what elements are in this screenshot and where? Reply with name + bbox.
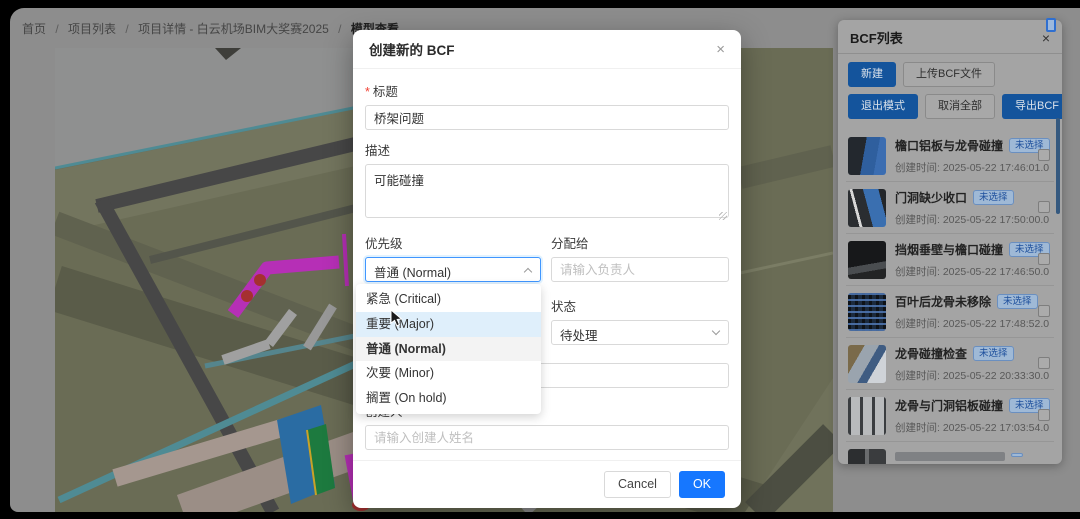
extension-overlay-icon[interactable] bbox=[1046, 18, 1056, 32]
bcf-item[interactable]: 门洞缺少收口 未选择 创建时间: 2025-05-22 17:50:00.0 bbox=[838, 182, 1062, 233]
bcf-thumbnail bbox=[848, 397, 886, 435]
cancel-button[interactable]: Cancel bbox=[604, 471, 671, 498]
breadcrumb-separator: / bbox=[338, 22, 341, 36]
bcf-panel-title: BCF列表 bbox=[850, 28, 903, 47]
bcf-item-checkbox[interactable] bbox=[1038, 201, 1050, 213]
bcf-item-checkbox[interactable] bbox=[1038, 253, 1050, 265]
bcf-item[interactable]: 百叶后龙骨未移除 未选择 创建时间: 2025-05-22 17:48:52.0 bbox=[838, 286, 1062, 337]
bcf-item-checkbox[interactable] bbox=[1038, 409, 1050, 421]
bcf-thumbnail bbox=[848, 137, 886, 175]
exit-mode-button[interactable]: 退出模式 bbox=[848, 94, 918, 119]
bcf-list-panel: BCF列表 × 新建 上传BCF文件 退出模式 取消全部 导出BCF bbox=[838, 20, 1062, 464]
creator-input[interactable] bbox=[365, 425, 729, 450]
bcf-toolbar: 新建 上传BCF文件 退出模式 取消全部 导出BCF bbox=[838, 54, 1062, 130]
export-bcf-button[interactable]: 导出BCF bbox=[1002, 94, 1062, 119]
bcf-item-title: 檐口铝板与龙骨碰撞 bbox=[895, 137, 1003, 154]
priority-option-major[interactable]: 重要 (Major) bbox=[356, 312, 541, 337]
description-field-label: 描述 bbox=[365, 140, 729, 159]
bcf-thumbnail bbox=[848, 189, 886, 227]
bcf-list: 檐口铝板与龙骨碰撞 未选择 创建时间: 2025-05-22 17:46:01.… bbox=[838, 130, 1062, 464]
status-select[interactable]: 待处理 bbox=[551, 320, 729, 345]
priority-option-onhold[interactable]: 搁置 (On hold) bbox=[356, 386, 541, 411]
bcf-thumbnail bbox=[848, 449, 886, 464]
title-input[interactable] bbox=[365, 105, 729, 130]
modal-title: 创建新的 BCF bbox=[369, 39, 455, 59]
bcf-panel-close-icon[interactable]: × bbox=[1042, 31, 1050, 45]
cancel-all-button[interactable]: 取消全部 bbox=[925, 94, 995, 119]
bcf-item-partial[interactable] bbox=[838, 442, 1062, 464]
ok-button[interactable]: OK bbox=[679, 471, 725, 498]
breadcrumb-project-detail[interactable]: 项目详情 - 白云机场BIM大奖赛2025 bbox=[138, 22, 329, 36]
breadcrumb-home[interactable]: 首页 bbox=[22, 22, 46, 36]
chevron-down-icon bbox=[712, 327, 720, 335]
upload-bcf-button[interactable]: 上传BCF文件 bbox=[903, 62, 995, 87]
bcf-item-title: 挡烟垂壁与檐口碰撞 bbox=[895, 241, 1003, 258]
bcf-item-time: 创建时间: 2025-05-22 20:33:30.0 bbox=[895, 368, 1034, 383]
bcf-item-checkbox[interactable] bbox=[1038, 149, 1050, 161]
breadcrumb-project-list[interactable]: 项目列表 bbox=[68, 22, 116, 36]
bcf-item[interactable]: 龙骨与门洞铝板碰撞 未选择 创建时间: 2025-05-22 17:03:54.… bbox=[838, 390, 1062, 441]
assignee-field-label: 分配给 bbox=[551, 233, 729, 252]
bcf-item-title-clipped bbox=[895, 452, 1005, 461]
bcf-item-title: 龙骨与门洞铝板碰撞 bbox=[895, 397, 1003, 414]
mouse-cursor-icon bbox=[390, 310, 404, 328]
priority-option-critical[interactable]: 紧急 (Critical) bbox=[356, 287, 541, 312]
description-textarea[interactable]: 可能碰撞 bbox=[365, 164, 729, 218]
priority-field-label: 优先级 bbox=[365, 233, 541, 252]
title-field-label: *标题 bbox=[365, 81, 729, 100]
bcf-item-time: 创建时间: 2025-05-22 17:50:00.0 bbox=[895, 212, 1034, 227]
bcf-item-title: 百叶后龙骨未移除 bbox=[895, 293, 991, 310]
breadcrumb-separator: / bbox=[55, 22, 58, 36]
create-bcf-modal: 创建新的 BCF × *标题 描述 可能碰撞 优先级 bbox=[353, 30, 741, 508]
priority-option-normal[interactable]: 普通 (Normal) bbox=[356, 337, 541, 362]
app-screen: 首页 / 项目列表 / 项目详情 - 白云机场BIM大奖赛2025 / 模型查看 bbox=[10, 8, 1080, 512]
status-badge: 未选择 bbox=[997, 294, 1038, 309]
status-badge: 未选择 bbox=[973, 346, 1014, 361]
breadcrumb: 首页 / 项目列表 / 项目详情 - 白云机场BIM大奖赛2025 / 模型查看 bbox=[22, 20, 399, 37]
required-mark: * bbox=[365, 85, 370, 99]
status-select-value: 待处理 bbox=[560, 329, 598, 343]
new-bcf-button[interactable]: 新建 bbox=[848, 62, 896, 87]
bcf-item[interactable]: 龙骨碰撞检查 未选择 创建时间: 2025-05-22 20:33:30.0 bbox=[838, 338, 1062, 389]
modal-close-icon[interactable]: × bbox=[716, 42, 725, 57]
bcf-item[interactable]: 檐口铝板与龙骨碰撞 未选择 创建时间: 2025-05-22 17:46:01.… bbox=[838, 130, 1062, 181]
breadcrumb-separator: / bbox=[125, 22, 128, 36]
status-field-label: 状态 bbox=[551, 296, 729, 315]
bcf-thumbnail bbox=[848, 293, 886, 331]
priority-select[interactable]: 普通 (Normal) 紧急 (Critical) 重要 (Major) 普通 … bbox=[365, 257, 541, 282]
resize-grip-icon[interactable] bbox=[719, 212, 727, 220]
bcf-thumbnail bbox=[848, 345, 886, 383]
panel-scrollbar-thumb[interactable] bbox=[1056, 118, 1060, 214]
status-badge bbox=[1011, 453, 1023, 457]
bcf-item-time: 创建时间: 2025-05-22 17:03:54.0 bbox=[895, 420, 1034, 435]
bcf-item-title: 龙骨碰撞检查 bbox=[895, 345, 967, 362]
bcf-item-title: 门洞缺少收口 bbox=[895, 189, 967, 206]
bcf-thumbnail bbox=[848, 241, 886, 279]
bcf-item-time: 创建时间: 2025-05-22 17:46:01.0 bbox=[895, 160, 1034, 175]
priority-select-value: 普通 (Normal) bbox=[374, 266, 451, 280]
bcf-item-checkbox[interactable] bbox=[1038, 305, 1050, 317]
assignee-input[interactable] bbox=[551, 257, 729, 282]
video-frame: 首页 / 项目列表 / 项目详情 - 白云机场BIM大奖赛2025 / 模型查看 bbox=[0, 0, 1080, 519]
bcf-item-time: 创建时间: 2025-05-22 17:46:50.0 bbox=[895, 264, 1034, 279]
priority-dropdown: 紧急 (Critical) 重要 (Major) 普通 (Normal) 次要 … bbox=[356, 284, 541, 414]
priority-option-minor[interactable]: 次要 (Minor) bbox=[356, 361, 541, 386]
chevron-up-icon bbox=[524, 268, 532, 276]
bcf-item-checkbox[interactable] bbox=[1038, 357, 1050, 369]
bcf-item[interactable]: 挡烟垂壁与檐口碰撞 未选择 创建时间: 2025-05-22 17:46:50.… bbox=[838, 234, 1062, 285]
bcf-item-time: 创建时间: 2025-05-22 17:48:52.0 bbox=[895, 316, 1034, 331]
status-badge: 未选择 bbox=[973, 190, 1014, 205]
